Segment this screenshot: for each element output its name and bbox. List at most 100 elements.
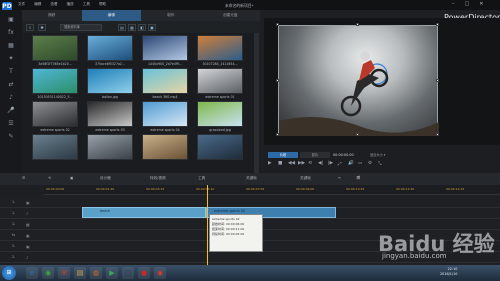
media-thumbnail[interactable] xyxy=(197,35,243,61)
fit-size-dropdown[interactable]: 适合大小 ▾ xyxy=(370,152,394,158)
subtitle-icon[interactable]: ✎ xyxy=(6,133,16,141)
fullscreen-icon[interactable]: ⤢ xyxy=(338,161,342,167)
tab-capture[interactable]: 捕获 xyxy=(22,10,82,21)
media-thumbnail[interactable] xyxy=(87,101,133,127)
taskbar-app-icon[interactable]: ◉ xyxy=(42,267,54,279)
menu-view[interactable]: 查看 xyxy=(50,2,57,7)
media-thumbnail[interactable] xyxy=(32,68,78,94)
tab-produce[interactable]: 制作 xyxy=(141,10,201,21)
keyframe-button[interactable]: 关键帧 xyxy=(246,176,257,181)
prev-frame-icon[interactable]: ◀| xyxy=(318,161,323,166)
timeline-view-icon[interactable]: ☰ xyxy=(22,176,25,180)
taskbar-app-icon[interactable]: ▶ xyxy=(106,267,118,279)
menu-tools[interactable]: 工具 xyxy=(83,2,90,7)
chapter-icon[interactable]: ☰ xyxy=(6,120,16,128)
loop-icon[interactable]: ⟲ xyxy=(308,161,312,166)
next-frame-icon[interactable]: |▶ xyxy=(328,161,333,166)
plugin-icon[interactable]: ✱ xyxy=(38,24,46,31)
pip-icon[interactable]: ▦ xyxy=(6,42,16,50)
volume-icon[interactable]: 🔊 xyxy=(348,161,354,166)
expand-icon[interactable]: ⤡ xyxy=(378,161,382,167)
particle-icon[interactable]: ✦ xyxy=(6,55,16,63)
tab-edit[interactable]: 编辑 xyxy=(81,10,141,21)
track-type-icon[interactable]: ♪ xyxy=(26,255,28,260)
import-icon[interactable]: ⇩ xyxy=(26,24,34,31)
media-thumbnail[interactable] xyxy=(142,134,188,160)
taskbar-app-icon[interactable]: ✉ xyxy=(58,267,70,279)
track-type-icon[interactable]: ▣ xyxy=(26,244,30,249)
media-thumbnail[interactable] xyxy=(87,134,133,160)
fast-forward-icon[interactable]: ▶▶ xyxy=(298,161,305,166)
taskbar-app-icon[interactable]: ● xyxy=(138,267,150,279)
movie-mode-button[interactable]: 影片 xyxy=(300,152,330,158)
delete-icon[interactable]: ✂ xyxy=(338,176,341,180)
media-thumbnail[interactable] xyxy=(197,101,243,127)
track-type-icon[interactable]: ▣ xyxy=(26,233,30,238)
media-thumbnail[interactable] xyxy=(32,101,78,127)
preview-frame[interactable] xyxy=(278,25,439,136)
track-type-icon[interactable]: ▣ xyxy=(26,200,30,205)
designer-button[interactable]: 设计器 xyxy=(100,176,111,181)
title-icon[interactable]: T xyxy=(6,68,16,76)
magic-icon[interactable]: ▣ xyxy=(70,176,73,180)
crop-handle[interactable] xyxy=(276,23,279,26)
media-thumbnail[interactable] xyxy=(87,68,133,94)
play-icon[interactable]: ▶ xyxy=(268,161,272,166)
media-thumbnail[interactable] xyxy=(142,68,188,94)
list-view-icon[interactable]: ▤ xyxy=(118,24,126,31)
media-thumbnail[interactable] xyxy=(142,35,188,61)
media-thumbnail[interactable] xyxy=(87,35,133,61)
media-thumbnail[interactable] xyxy=(197,134,243,160)
snapshot-icon[interactable]: ▭ xyxy=(358,161,362,166)
menu-play[interactable]: 播放 xyxy=(67,2,74,7)
track-type-icon[interactable]: ▦ xyxy=(26,222,30,227)
menu-help[interactable]: 帮助 xyxy=(99,2,106,7)
clip-mode-button[interactable]: 片段 xyxy=(268,152,298,158)
crop-handle[interactable] xyxy=(436,23,439,26)
undo-icon[interactable]: ⟲ xyxy=(48,176,51,180)
track-type-icon[interactable]: ♪ xyxy=(26,211,28,216)
start-button[interactable]: ⊞ xyxy=(2,266,16,280)
library-search-input[interactable]: 搜索资料库 xyxy=(60,24,102,31)
keyframe-button-2[interactable]: 关键帧 xyxy=(300,176,311,181)
menu-file[interactable]: 文件 xyxy=(18,2,25,7)
media-thumbnail[interactable] xyxy=(32,35,78,61)
fx-icon[interactable]: fx xyxy=(6,29,16,37)
close-button[interactable]: ✕ xyxy=(479,1,483,7)
library-menu-icon[interactable]: ▣ xyxy=(148,24,156,31)
taskbar-app-icon[interactable]: ◉ xyxy=(154,267,166,279)
transition-icon[interactable]: ⇄ xyxy=(6,81,16,89)
tools-button[interactable]: 工具 xyxy=(198,176,205,181)
stop-icon[interactable]: ■ xyxy=(278,161,282,166)
crop-handle[interactable] xyxy=(436,133,439,136)
settings-icon[interactable]: ⚙ xyxy=(368,161,372,166)
crop-handle[interactable] xyxy=(276,79,279,82)
crop-handle[interactable] xyxy=(356,23,359,26)
taskbar-app-icon[interactable]: ◍ xyxy=(90,267,102,279)
crop-handle[interactable] xyxy=(276,133,279,136)
library-scrollbar[interactable] xyxy=(254,33,259,173)
media-thumbnail[interactable] xyxy=(32,134,78,160)
crop-handle[interactable] xyxy=(436,79,439,82)
media-thumbnail[interactable] xyxy=(197,68,243,94)
taskbar-app-icon[interactable]: ▢ xyxy=(122,267,134,279)
voice-icon[interactable]: 🎤 xyxy=(6,107,16,115)
effects-button[interactable]: 特效/视频 xyxy=(150,176,166,181)
audio-icon[interactable]: ♪ xyxy=(6,94,16,102)
menu-edit[interactable]: 编辑 xyxy=(34,2,41,7)
minimize-button[interactable]: – xyxy=(452,1,455,7)
media-icon[interactable]: ▣ xyxy=(6,16,16,24)
taskbar-app-icon[interactable]: ▤ xyxy=(74,267,86,279)
playhead[interactable] xyxy=(207,185,208,265)
media-thumbnail[interactable] xyxy=(142,101,188,127)
grid-view-icon[interactable]: ▦ xyxy=(128,24,136,31)
taskbar-app-icon[interactable]: e xyxy=(26,267,38,279)
tab-create-disc[interactable]: 创建光盘 xyxy=(201,10,261,21)
rewind-icon[interactable]: ◀◀ xyxy=(288,161,295,166)
maximize-button[interactable]: □ xyxy=(465,1,470,7)
timecode-display[interactable]: 00:00:00.00 xyxy=(333,152,367,158)
crop-handle[interactable] xyxy=(356,133,359,136)
produce-icon[interactable]: 🎬 xyxy=(356,176,360,180)
system-clock[interactable]: 22:10 2016/1/10 xyxy=(440,267,457,277)
sort-icon[interactable]: ◧ xyxy=(138,24,146,31)
